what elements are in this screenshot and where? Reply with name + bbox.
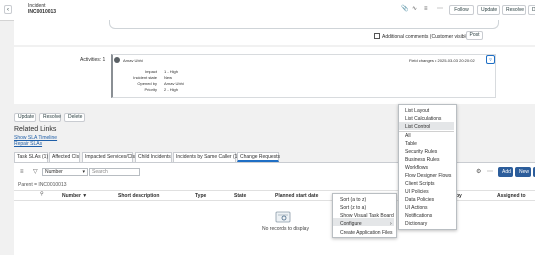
tab-incidents-same-caller[interactable]: Incidents by Same Caller (1) <box>173 152 239 162</box>
comment-textarea[interactable] <box>109 20 499 29</box>
back-button[interactable]: ‹ <box>4 5 12 14</box>
customer-visible-label: Additional comments (Customer visible) <box>382 34 471 40</box>
menu-client-scripts[interactable]: Client Scripts <box>405 181 434 187</box>
filter-icon[interactable]: ▿ <box>486 55 495 64</box>
resolve-button[interactable]: Resolve <box>39 113 61 122</box>
menu-workflows[interactable]: Workflows <box>405 165 428 171</box>
gear-icon[interactable]: ⚙ <box>476 169 481 175</box>
menu-security-rules[interactable]: Security Rules <box>405 149 437 155</box>
menu-list-control[interactable]: List Control <box>405 124 430 130</box>
settings-icon[interactable]: ≡ <box>424 6 428 12</box>
list-menu-icon[interactable]: ≡ <box>20 169 24 175</box>
customer-visible-checkbox[interactable] <box>374 33 380 39</box>
add-button[interactable]: Add <box>498 167 513 177</box>
menu-notifications[interactable]: Notifications <box>405 213 432 219</box>
filter-funnel-icon[interactable]: ▽ <box>33 169 38 175</box>
chevron-down-icon: ▾ <box>82 169 85 175</box>
menu-configure[interactable]: Configure <box>340 221 362 227</box>
menu-list-layout[interactable]: List Layout <box>405 108 429 114</box>
menu-business-rules[interactable]: Business Rules <box>405 157 439 163</box>
menu-ui-policies[interactable]: UI Policies <box>405 189 429 195</box>
menu-data-policies[interactable]: Data Policies <box>405 197 434 203</box>
activity-user: Arnav Ubhi <box>123 58 143 63</box>
menu-dictionary[interactable]: Dictionary <box>405 221 427 227</box>
avatar <box>114 57 120 63</box>
column-short-description[interactable]: Short description <box>118 193 159 199</box>
select-value: Number <box>45 169 63 175</box>
delete-header-button[interactable]: De <box>528 5 535 15</box>
menu-flow-designer[interactable]: Flow Designer Flows <box>405 173 451 179</box>
update-button[interactable]: Update <box>14 113 36 122</box>
update-header-button[interactable]: Update <box>477 5 500 15</box>
follow-button[interactable]: Follow <box>449 5 474 15</box>
field-key: Priority <box>144 87 157 92</box>
empty-list-icon <box>275 211 291 223</box>
more-options-icon[interactable]: ⋯ <box>437 6 443 12</box>
field-value: New <box>164 75 173 80</box>
field-value: 1 - High <box>164 69 179 74</box>
chevron-right-icon: › <box>390 221 392 227</box>
menu-visual-task-board[interactable]: Show Visual Task Board <box>340 213 394 219</box>
header-record-number: INC0010013 <box>28 9 57 15</box>
activity-meta: Field changes • 2025-03-03 20:20:02 <box>409 58 475 63</box>
tab-impacted-services[interactable]: Impacted Services/CIs <box>82 152 135 162</box>
repair-slas-link[interactable]: Repair SLAs <box>14 141 42 147</box>
column-planned-start[interactable]: Planned start date <box>275 193 318 199</box>
attachment-icon[interactable]: 📎 <box>401 6 408 12</box>
empty-message: No records to display <box>262 226 309 232</box>
field-value: Arnav Ubhi <box>164 81 184 86</box>
menu-sort-za[interactable]: Sort (z to a) <box>340 205 366 211</box>
new-button[interactable]: New <box>515 167 531 177</box>
search-icon[interactable]: ⚲ <box>40 192 44 197</box>
menu-list-calculations[interactable]: List Calculations <box>405 116 441 122</box>
resolve-header-button[interactable]: Resolve <box>502 5 526 15</box>
breadcrumb[interactable]: Parent = INC0010013 <box>18 182 67 188</box>
menu-separator <box>399 131 454 132</box>
column-number[interactable]: Number ▼ <box>62 193 87 199</box>
menu-sort-az[interactable]: Sort (a to z) <box>340 197 366 203</box>
menu-ui-actions[interactable]: UI Actions <box>405 205 428 211</box>
menu-all[interactable]: All <box>405 133 411 139</box>
field-key: Impact <box>144 69 157 74</box>
post-button[interactable]: Post <box>466 31 483 40</box>
menu-table[interactable]: Table <box>405 141 417 147</box>
activity-stream-icon[interactable]: ∿ <box>412 6 417 12</box>
search-field-select[interactable]: Number ▾ <box>42 168 88 176</box>
search-input[interactable]: Search <box>89 168 140 176</box>
column-assigned-to[interactable]: Assigned to <box>497 193 526 199</box>
tab-change-requests[interactable]: Change Requests <box>237 152 280 162</box>
column-type[interactable]: Type <box>195 193 206 199</box>
tab-affected-cis[interactable]: Affected CIs <box>49 152 80 162</box>
field-key: Opened by <box>137 81 157 86</box>
tab-task-slas[interactable]: Task SLAs (1) <box>14 152 48 162</box>
tab-child-incidents[interactable]: Child Incidents <box>135 152 172 162</box>
menu-create-app-files[interactable]: Create Application Files <box>340 230 393 236</box>
related-links-title: Related Links <box>14 126 57 133</box>
chevron-left-icon: ‹ <box>7 7 9 13</box>
column-state[interactable]: State <box>234 193 246 199</box>
activities-label: Activities: 1 <box>80 57 106 63</box>
field-value: 2 - High <box>164 87 179 92</box>
more-icon[interactable]: ⋯ <box>487 169 493 175</box>
field-key: Incident state <box>133 75 157 80</box>
delete-button[interactable]: Delete <box>64 113 85 122</box>
